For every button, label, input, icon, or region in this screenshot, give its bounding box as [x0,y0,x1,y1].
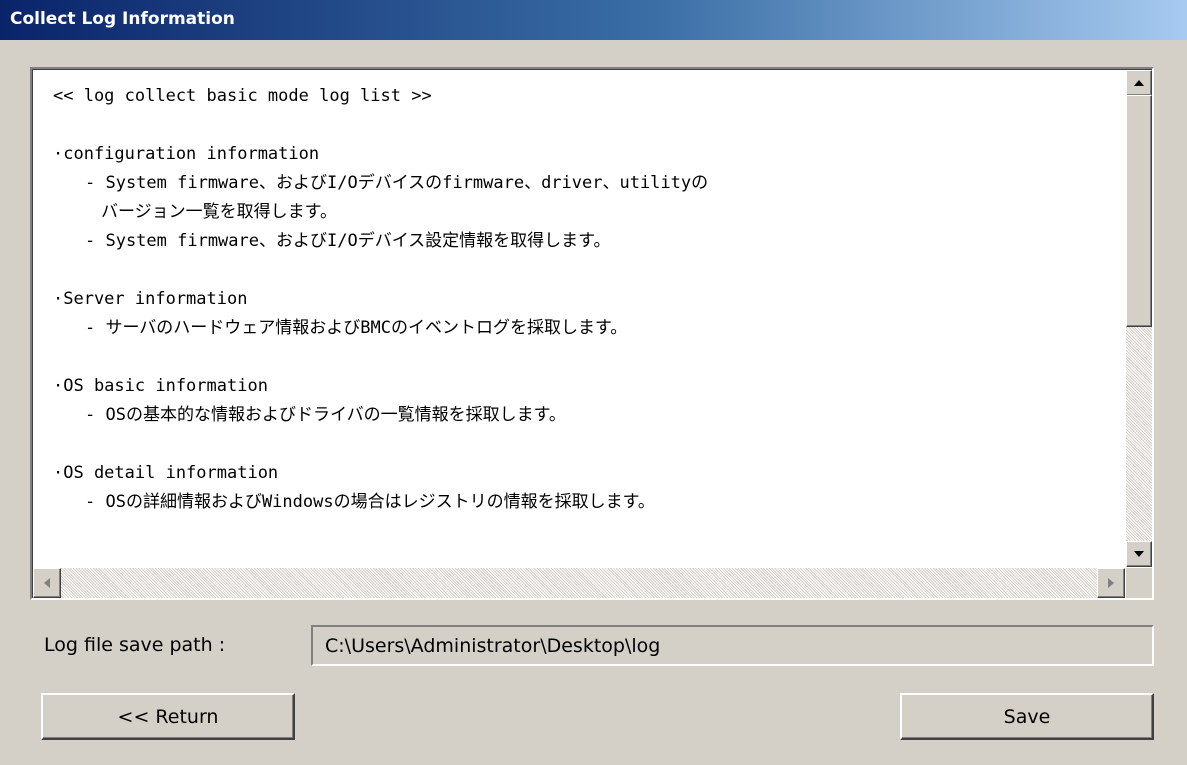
return-button[interactable]: << Return [41,693,295,740]
scroll-up-button[interactable] [1126,70,1152,96]
vertical-scroll-thumb[interactable] [1126,95,1152,327]
save-path-field[interactable] [311,625,1154,666]
log-section-line: - サーバのハードウェア情報およびBMCのイベントログを採取します。 [85,318,628,338]
window-title: Collect Log Information [10,9,235,29]
triangle-up-icon [1134,80,1144,86]
save-button[interactable]: Save [900,693,1154,740]
log-section-line: - OSの基本的な情報およびドライバの一覧情報を採取します。 [85,405,566,425]
log-section-title: ·OS detail information [53,463,279,483]
log-section-title: ·OS basic information [53,376,268,396]
save-path-label: Log file save path : [44,634,226,656]
triangle-down-icon [1134,551,1144,557]
log-section-line: - System firmware、およびI/Oデバイス設定情報を取得します。 [85,231,611,251]
log-list-header: << log collect basic mode log list >> [53,86,432,106]
scrollbar-corner [1126,568,1152,598]
log-list-box[interactable]: << log collect basic mode log list >> ·c… [30,67,1154,600]
log-section-line: - OSの詳細情報およびWindowsの場合はレジストリの情報を採取します。 [85,492,655,512]
scroll-down-button[interactable] [1126,541,1152,567]
triangle-left-icon [44,578,50,588]
log-section-line: バージョン一覧を取得します。 [101,202,337,222]
log-section-line: - System firmware、およびI/Oデバイスのfirmware、dr… [85,173,709,193]
horizontal-scrollbar[interactable] [33,568,1125,598]
log-section-title: ·configuration information [53,144,320,164]
collect-log-window: Collect Log Information << log collect b… [0,0,1187,765]
scroll-right-button[interactable] [1097,568,1125,598]
log-list-text: << log collect basic mode log list >> ·c… [53,82,1113,517]
vertical-scrollbar[interactable] [1126,70,1152,567]
title-bar: Collect Log Information [0,0,1187,40]
triangle-right-icon [1108,578,1114,588]
scroll-left-button[interactable] [33,568,61,598]
log-section-title: ·Server information [53,289,248,309]
